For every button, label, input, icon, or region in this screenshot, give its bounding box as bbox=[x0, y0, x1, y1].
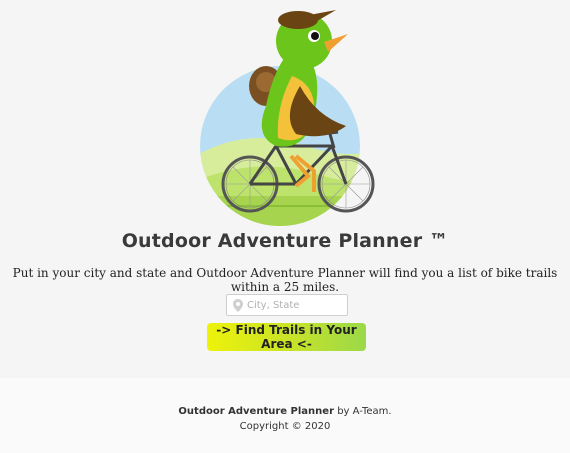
main-content: Outdoor Adventure Planner ™ Put in your … bbox=[0, 0, 570, 378]
city-state-input[interactable] bbox=[247, 297, 343, 313]
hero-illustration bbox=[196, 6, 376, 226]
footer-by-text: by A-Team. bbox=[334, 406, 392, 417]
location-pin-icon bbox=[233, 299, 243, 312]
footer: Outdoor Adventure Planner by A-Team. Cop… bbox=[0, 378, 570, 453]
footer-copyright: Copyright © 2020 bbox=[239, 421, 331, 432]
find-trails-button[interactable]: -> Find Trails in Your Area <- bbox=[207, 323, 366, 351]
bird-riding-bicycle-icon bbox=[200, 10, 375, 226]
search-field-container[interactable] bbox=[226, 294, 348, 316]
page-title: Outdoor Adventure Planner ™ bbox=[121, 230, 449, 252]
page-description: Put in your city and state and Outdoor A… bbox=[12, 266, 558, 294]
footer-credit: Outdoor Adventure Planner by A-Team. bbox=[0, 406, 570, 417]
footer-brand: Outdoor Adventure Planner bbox=[178, 406, 335, 417]
